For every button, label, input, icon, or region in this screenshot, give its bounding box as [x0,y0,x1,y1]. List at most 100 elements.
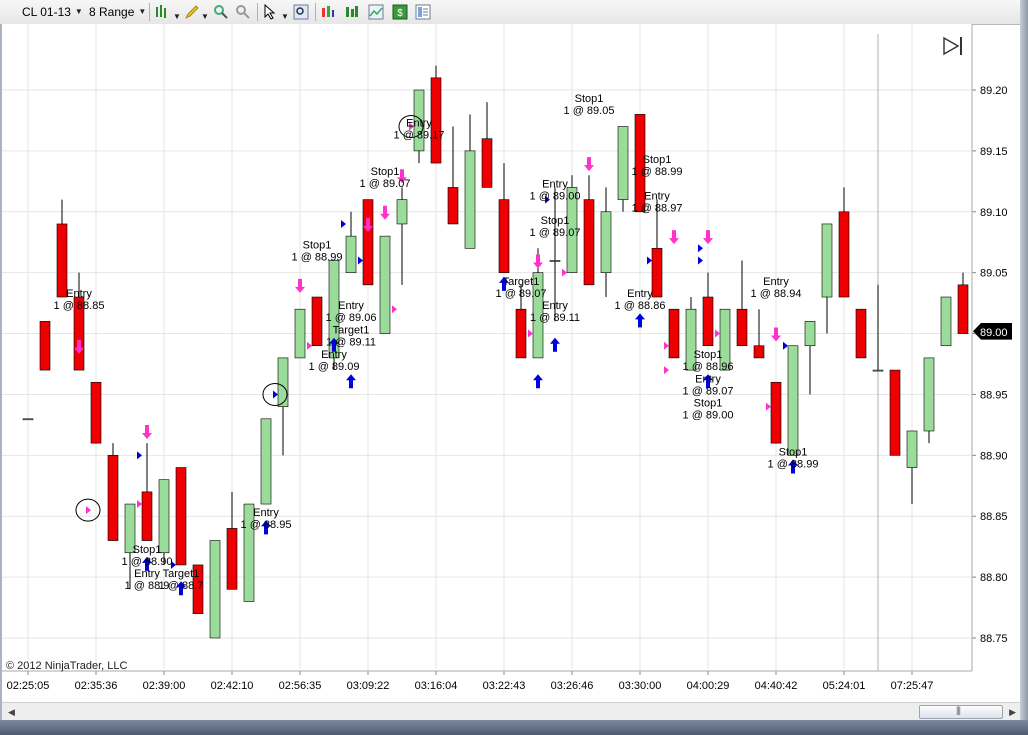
trade-label-text: Entry [695,373,721,385]
time-tick-label: 02:25:05 [7,680,50,692]
scrollbar-thumb[interactable]: ||| [919,705,1003,719]
grip-icon: ||| [956,705,961,715]
trade-label-text: Target1 [333,325,370,337]
chevron-down-icon: ▼ [138,7,147,16]
toolbar-divider [257,3,258,21]
candle-up [821,223,833,298]
time-tick-label: 04:00:29 [687,680,730,692]
trade-label-text: Entry [66,288,92,300]
candle-down [362,199,374,286]
trade-label-text: 1 @ 89.00 [683,410,734,422]
current-price-marker: 89.00 [973,323,1012,340]
candle-up [294,308,306,359]
skip-to-end-icon[interactable] [941,35,965,57]
price-axis: 89.20 89.15 89.10 89.05 89.00 88.95 88.90 88.85… [972,85,1008,645]
time-tick-label: 02:56:35 [279,680,322,692]
candle-down [753,345,765,359]
candle-down [889,369,901,456]
trade-label-text: Stop1 [779,446,808,458]
trade-label-text: Entry [542,178,568,190]
price-tick-label: 89.05 [980,268,1008,280]
time-tick-label: 02:39:00 [143,680,186,692]
trade-label-text: 1 @ 88.7 [159,580,204,592]
window-right-border [1020,0,1028,735]
toolbar-divider [315,3,316,21]
time-tick-label: 02:35:36 [75,680,118,692]
trade-label-text: Stop1 [694,349,723,361]
trade-label-text: 1 @ 88.96 [683,361,734,373]
price-tick-label: 88.95 [980,389,1008,401]
candle-up [923,357,935,432]
candle-up [158,479,170,554]
candle-down [702,296,714,347]
candle-down [39,321,51,371]
magnifier-icon[interactable] [293,4,309,20]
time-tick-label: 05:24:01 [823,680,866,692]
time-tick-label: 04:40:42 [755,680,798,692]
taskbar-strip [0,720,1028,735]
price-tick-label: 89.10 [980,207,1008,219]
candle-down [668,308,680,359]
price-tick-label: 88.85 [980,511,1008,523]
pencil-icon[interactable] [184,4,200,20]
money-icon[interactable]: $ [392,4,408,20]
candle-up [396,199,408,225]
strategy-icon[interactable] [320,4,336,20]
trade-label-text: 1 @ 88.95 [241,519,292,531]
svg-text:$: $ [397,8,403,19]
zoom-out-icon[interactable] [235,4,251,20]
trade-label-text: 1 @ 89.05 [564,105,615,117]
candle-down [226,528,238,590]
trade-label-text: 1 @ 88.97 [632,203,683,215]
trade-label-text: 1 @ 89.07 [683,385,734,397]
trade-label-text: Entry [253,507,279,519]
zoom-in-icon[interactable] [213,4,229,20]
indicators-icon[interactable] [344,4,360,20]
period-selector[interactable]: 8 Range ▼ [89,3,146,21]
scroll-left-icon[interactable]: ◀ [8,707,15,718]
trade-label-text: 1 @ 89.07 [530,227,581,239]
trade-label-text: 1 @ 88.90 [122,556,173,568]
trade-label-text: Entry [338,300,364,312]
candle-down [481,138,493,188]
candle-up [22,418,34,421]
price-chart[interactable]: Entry1 @ 88.85Stop11 @ 88.90Entry1 @ 88.… [0,24,1020,702]
candle-up [804,321,816,347]
trade-label-text: 1 @ 89.07 [496,288,547,300]
trade-label-text: Target1 [163,568,200,580]
price-tick-label: 89.15 [980,146,1008,158]
copyright-text: © 2012 NinjaTrader, LLC [6,660,127,672]
trade-label-text: Stop1 [133,544,162,556]
time-tick-label: 03:30:00 [619,680,662,692]
candle-down [855,308,867,359]
pointer-icon[interactable] [262,4,278,20]
candle-down [447,187,459,225]
trade-label-text: 1 @ 88.99 [632,166,683,178]
price-tick-label: 88.90 [980,450,1008,462]
candle-up [209,540,221,639]
price-tick-label: 89.20 [980,85,1008,97]
trade-label-text: 1 @ 88.85 [54,300,105,312]
properties-icon[interactable] [415,4,431,20]
current-price-label: 89.00 [980,327,1008,339]
time-tick-label: 02:42:10 [211,680,254,692]
candle-up [345,235,357,273]
trade-label-text: Entry [134,568,160,580]
scroll-right-icon[interactable]: ▶ [1009,707,1016,718]
horizontal-scrollbar[interactable]: ◀ ||| ▶ [2,702,1020,720]
candle-down [651,248,663,298]
trade-label-text: Entry [406,118,432,130]
trade-label-text: Stop1 [303,239,332,251]
bars-icon[interactable] [154,4,170,20]
period-label: 8 Range [89,5,135,19]
candle-down [957,284,969,334]
trade-label-text: 1 @ 89.11 [326,337,376,349]
candle-down [770,381,782,444]
instrument-selector[interactable]: CL 01-13 ▼ [22,3,83,21]
time-tick-label: 07:25:47 [891,680,934,692]
candle-down [515,308,527,359]
trade-label-text: 1 @ 89.17 [394,130,445,142]
chart-trader-icon[interactable] [368,4,384,20]
candle-down [498,199,510,273]
candle-down [107,455,119,541]
